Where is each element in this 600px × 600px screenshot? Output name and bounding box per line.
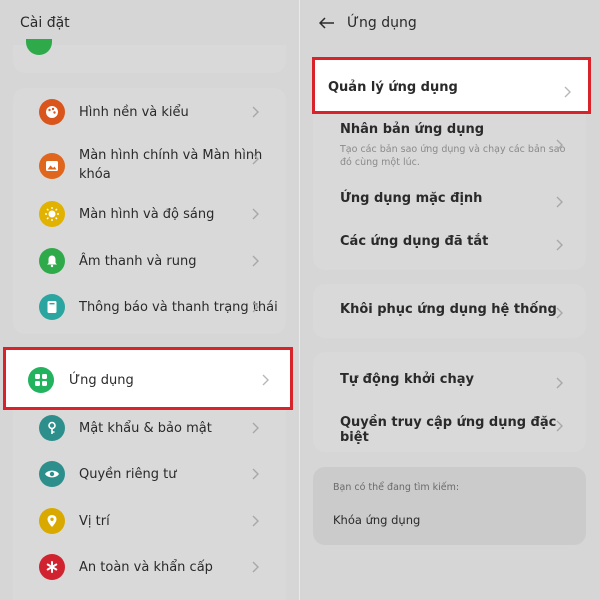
apps-item-label: Các ứng dụng đã tắt [340, 234, 489, 249]
apps-item-description: Tạo các bản sao ứng dụng và chạy các bản… [340, 144, 566, 168]
settings-card-personalization: Hình nền và kiểu Màn hình chính và Màn h… [13, 88, 286, 334]
chevron-right-icon [564, 83, 572, 98]
page-title: Ứng dụng [347, 14, 417, 31]
chevron-right-icon [252, 106, 260, 118]
settings-item-apps[interactable]: Ứng dụng [3, 347, 293, 410]
apps-card-restore: Khôi phục ứng dụng hệ thống [313, 284, 586, 338]
settings-item-apps-row: Ứng dụng [6, 367, 290, 393]
location-pin-icon [39, 508, 65, 534]
chevron-right-icon [252, 153, 260, 165]
chevron-right-icon [556, 374, 564, 389]
settings-item-label: Quyền riêng tư [79, 466, 177, 482]
settings-item-notifications[interactable]: Thông báo và thanh trạng thái [13, 294, 286, 320]
settings-item-label: Màn hình và độ sáng [79, 206, 215, 222]
asterisk-icon [39, 554, 65, 580]
chevron-right-icon [252, 561, 260, 573]
search-suggestion-card: Bạn có thể đang tìm kiếm: Khóa ứng dụng [313, 467, 586, 545]
settings-item-label: Mật khẩu & bảo mật [79, 420, 212, 436]
apps-item-autostart[interactable]: Tự động khởi chạy [313, 372, 586, 392]
chevron-right-icon [252, 422, 260, 434]
apps-item-label: Ứng dụng mặc định [340, 191, 483, 206]
chevron-right-icon [262, 374, 270, 386]
settings-item-label: Thông báo và thanh trạng thái [79, 299, 278, 315]
chevron-right-icon [556, 236, 564, 251]
apps-item-label: Khôi phục ứng dụng hệ thống [340, 302, 557, 317]
chevron-right-icon [252, 301, 260, 313]
settings-item-sound[interactable]: Âm thanh và rung [13, 248, 286, 274]
chevron-right-icon [556, 193, 564, 208]
settings-panel: Cài đặt Hình nền và kiểu Màn hình chính … [0, 0, 300, 600]
apps-item-disabled[interactable]: Các ứng dụng đã tắt [313, 234, 586, 254]
chevron-right-icon [556, 136, 564, 151]
partial-icon [26, 39, 52, 55]
chevron-right-icon [556, 417, 564, 432]
apps-item-default[interactable]: Ứng dụng mặc định [313, 191, 586, 211]
settings-item-wallpaper[interactable]: Hình nền và kiểu [13, 99, 286, 125]
palette-icon [39, 99, 65, 125]
apps-card-launch: Tự động khởi chạy Quyền truy cập ứng dụn… [313, 352, 586, 452]
chevron-right-icon [252, 515, 260, 527]
apps-item-label: Tự động khởi chạy [340, 372, 474, 387]
settings-item-password[interactable]: Mật khẩu & bảo mật [13, 415, 286, 441]
chevron-right-icon [556, 304, 564, 319]
settings-item-label: Vị trí [79, 513, 110, 529]
apps-item-special-access[interactable]: Quyền truy cập ứng dụng đặc biệt [313, 415, 586, 445]
settings-item-label-line1: Màn hình chính và Màn hình [79, 148, 263, 163]
settings-item-label-line2: khóa [79, 167, 111, 182]
apps-grid-icon [28, 367, 54, 393]
apps-item-label: Quản lý ứng dụng [328, 80, 458, 95]
sun-icon [39, 201, 65, 227]
chevron-right-icon [252, 208, 260, 220]
settings-item-safety[interactable]: An toàn và khẩn cấp [13, 554, 286, 580]
settings-item-privacy[interactable]: Quyền riêng tư [13, 461, 286, 487]
apps-item-label: Nhân bản ứng dụng [340, 122, 485, 137]
settings-item-label: Âm thanh và rung [79, 253, 197, 269]
settings-item-label: Ứng dụng [69, 372, 134, 388]
apps-item-label: Quyền truy cập ứng dụng đặc biệt [340, 415, 557, 445]
back-arrow-icon[interactable] [318, 14, 336, 32]
apps-header: Ứng dụng [300, 0, 600, 45]
page-title: Cài đặt [20, 14, 70, 31]
apps-item-clone[interactable]: Nhân bản ứng dụng Tạo các bản sao ứng dụ… [313, 122, 586, 168]
settings-item-home-screen[interactable]: Màn hình chính và Màn hình khóa [13, 144, 286, 188]
settings-item-display[interactable]: Màn hình và độ sáng [13, 201, 286, 227]
chevron-right-icon [252, 255, 260, 267]
settings-card-top [13, 39, 286, 73]
eye-icon [39, 461, 65, 487]
notification-icon [39, 294, 65, 320]
key-icon [39, 415, 65, 441]
settings-item-label: An toàn và khẩn cấp [79, 559, 213, 575]
bell-icon [39, 248, 65, 274]
image-icon [39, 153, 65, 179]
chevron-right-icon [252, 468, 260, 480]
apps-item-manage[interactable]: Quản lý ứng dụng [312, 57, 591, 114]
settings-item-location[interactable]: Vị trí [13, 508, 286, 534]
search-suggestion-caption: Bạn có thể đang tìm kiếm: [333, 482, 460, 493]
settings-item-label: Hình nền và kiểu [79, 104, 189, 120]
search-suggestion-item[interactable]: Khóa ứng dụng [333, 513, 420, 527]
apps-item-restore-system[interactable]: Khôi phục ứng dụng hệ thống [313, 302, 586, 322]
